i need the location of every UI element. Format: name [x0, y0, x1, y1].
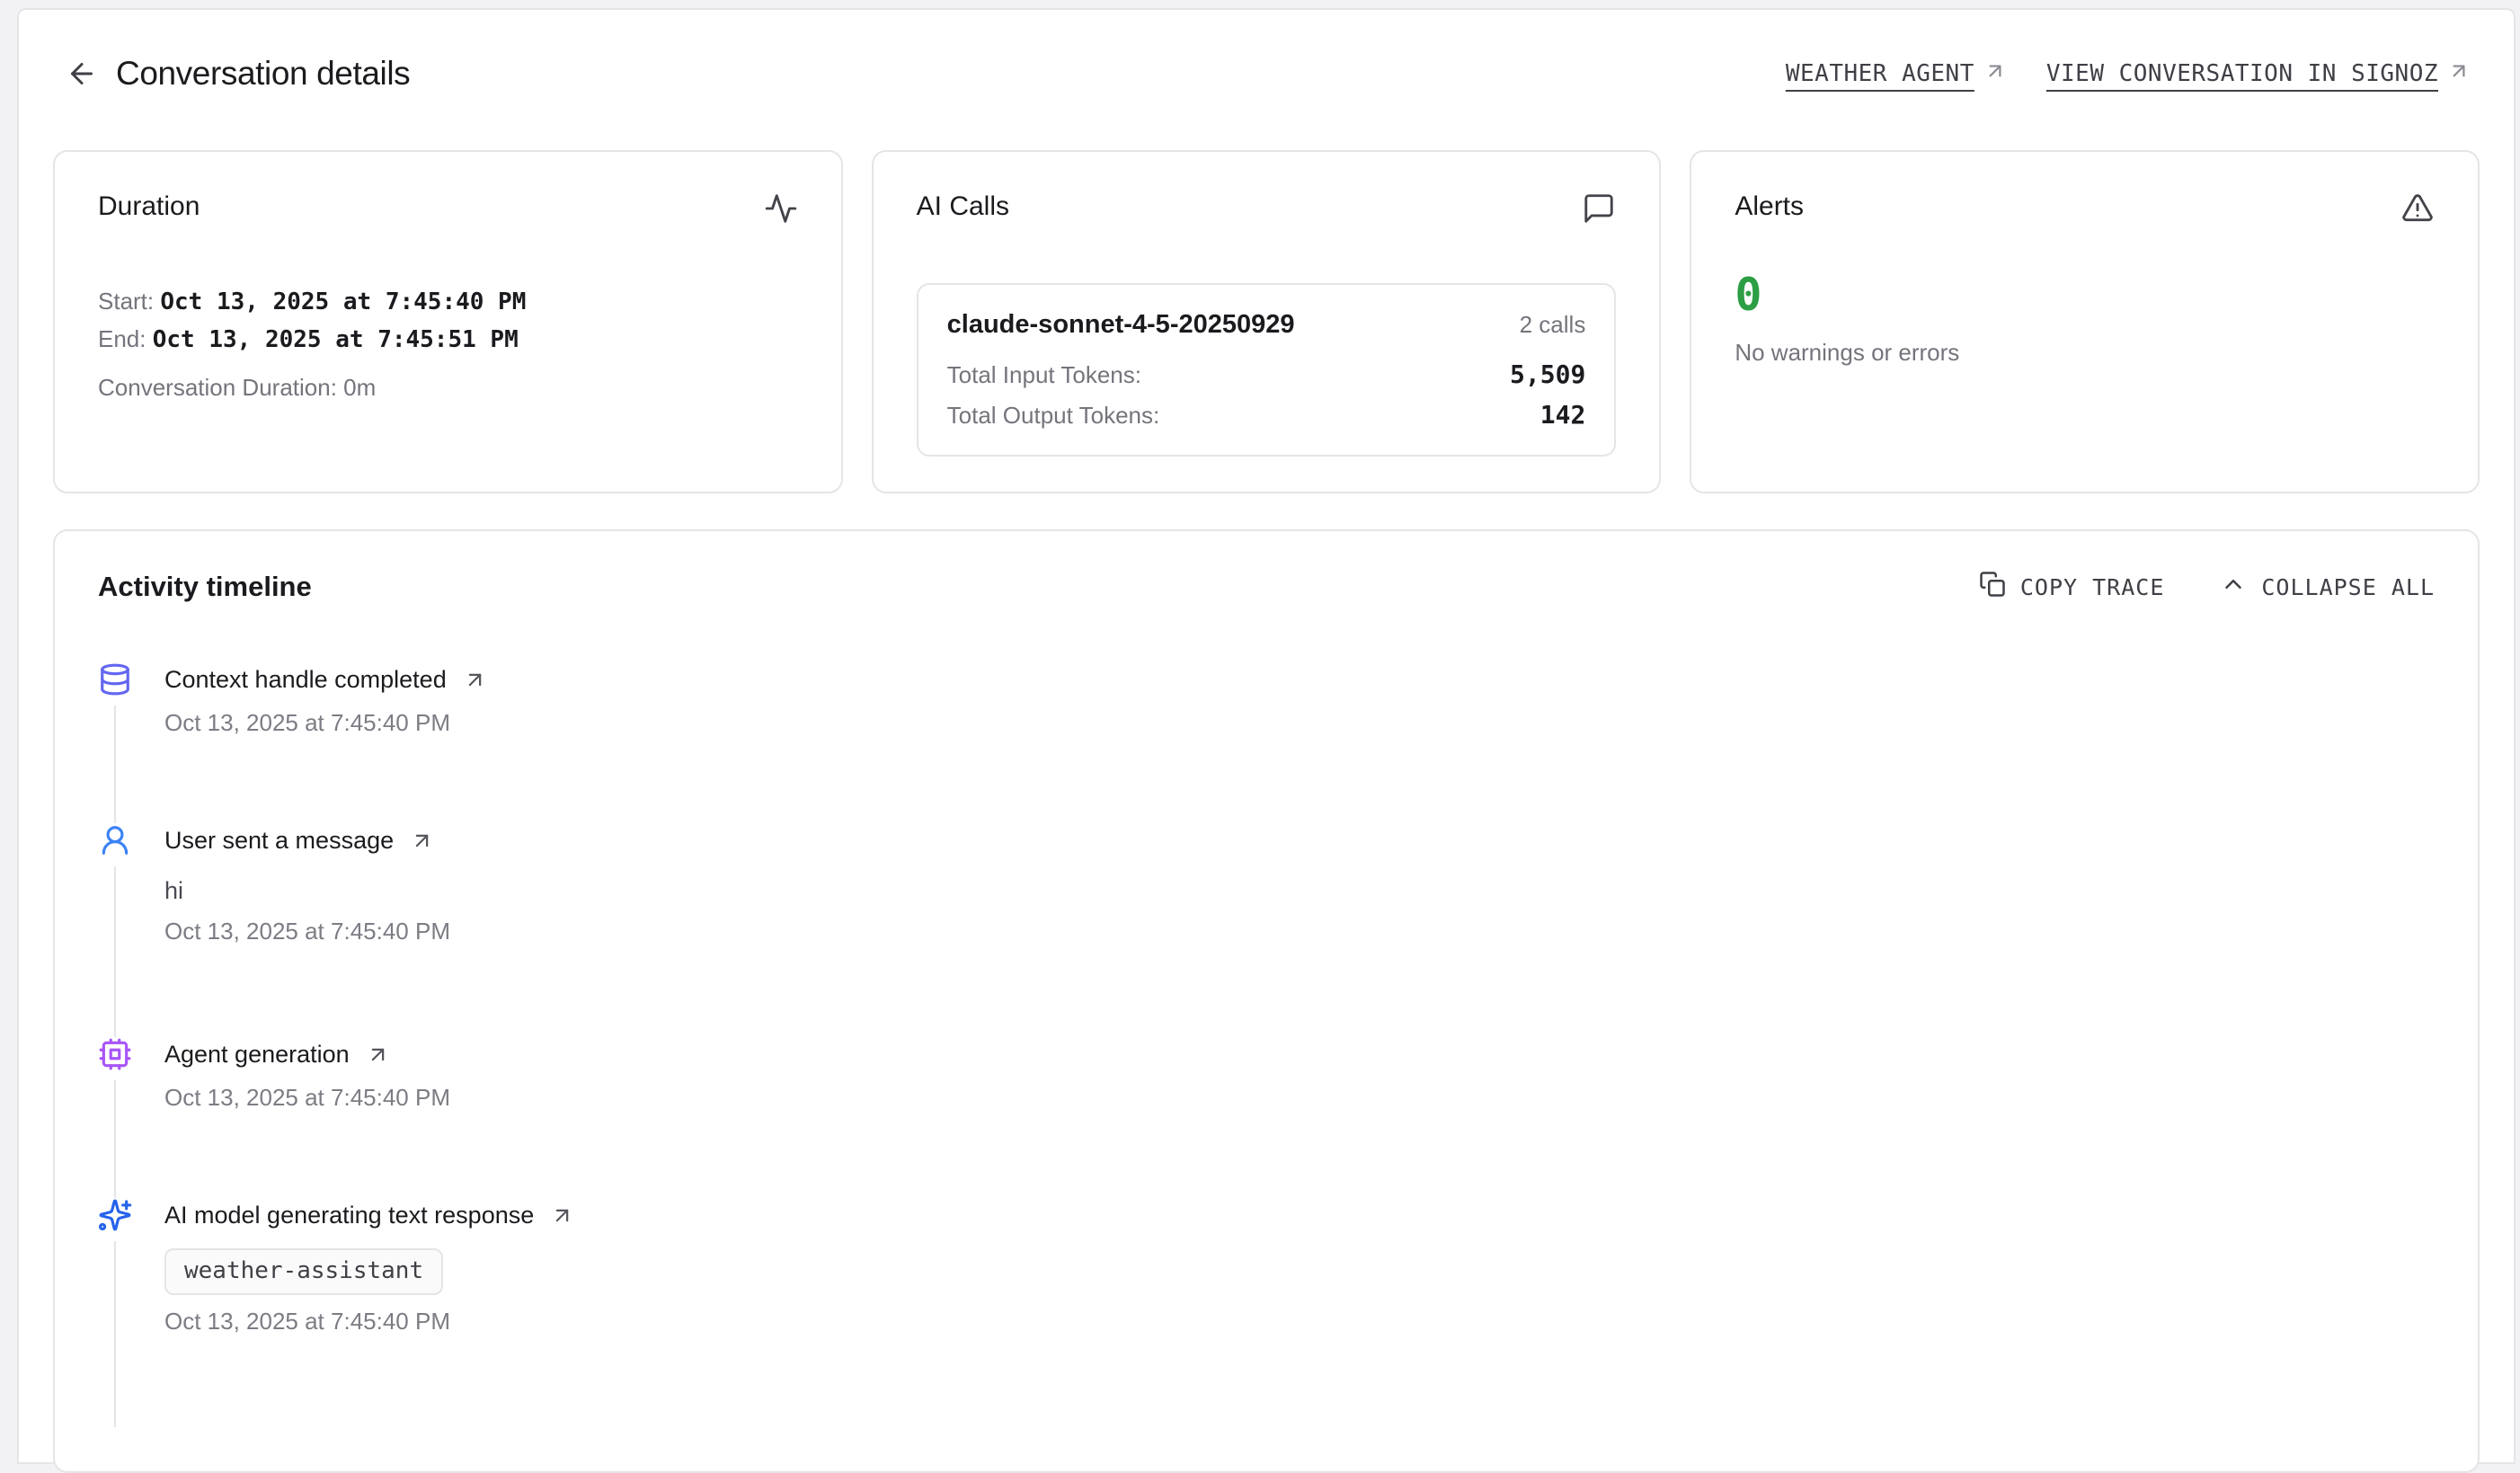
external-link-icon: [410, 829, 434, 853]
input-tokens-row: Total Input Tokens: 5,509: [947, 359, 1586, 389]
external-link-icon: [366, 1043, 390, 1067]
event-timestamp: Oct 13, 2025 at 7:45:40 PM: [164, 1308, 574, 1335]
copy-trace-button[interactable]: COPY TRACE: [1979, 571, 2165, 603]
collapse-all-button[interactable]: COLLAPSE ALL: [2220, 571, 2435, 603]
activity-timeline-title: Activity timeline: [98, 571, 312, 603]
model-calls-count: 2 calls: [1520, 311, 1586, 339]
event-timestamp: Oct 13, 2025 at 7:45:40 PM: [164, 918, 450, 945]
timeline-event: Context handle completed Oct 13, 2025 at…: [98, 662, 2435, 823]
external-link-icon: [463, 668, 487, 692]
start-label: Start:: [98, 288, 154, 315]
external-link-icon: [1983, 59, 2007, 89]
event-timestamp: Oct 13, 2025 at 7:45:40 PM: [164, 1084, 450, 1112]
event-timestamp: Oct 13, 2025 at 7:45:40 PM: [164, 709, 487, 737]
event-title: User sent a message: [164, 827, 394, 855]
cpu-icon: [98, 1037, 132, 1071]
event-message-body: hi: [164, 877, 450, 905]
timeline-event: Agent generation Oct 13, 2025 at 7:45:40…: [98, 1037, 2435, 1198]
timeline-events: Context handle completed Oct 13, 2025 at…: [98, 662, 2435, 1427]
activity-timeline-panel: Activity timeline COPY TRACE COLLAPSE AL…: [53, 529, 2480, 1473]
ai-calls-card: AI Calls claude-sonnet-4-5-20250929 2 ca…: [872, 150, 1662, 493]
view-conversation-in-signoz-link[interactable]: VIEW CONVERSATION IN SIGNOZ: [2046, 59, 2471, 89]
header-links: WEATHER AGENT VIEW CONVERSATION IN SIGNO…: [1786, 59, 2471, 89]
stat-cards-row: Duration Start: Oct 13, 2025 at 7:45:40 …: [53, 150, 2480, 493]
timeline-connector: [114, 1241, 116, 1427]
timeline-connector: [114, 705, 116, 823]
chevron-up-icon: [2220, 571, 2247, 603]
back-button[interactable]: [66, 58, 98, 90]
input-tokens-value: 5,509: [1510, 359, 1585, 389]
sparkles-icon: [98, 1198, 132, 1232]
user-icon: [98, 823, 132, 857]
database-icon: [98, 662, 132, 697]
timeline-connector: [114, 866, 116, 1037]
activity-pulse-icon: [764, 191, 798, 226]
arrow-left-icon: [66, 78, 98, 93]
copy-icon: [1979, 571, 2006, 603]
event-title-link[interactable]: Agent generation: [164, 1037, 450, 1071]
output-tokens-value: 142: [1540, 400, 1586, 430]
external-link-icon: [550, 1203, 574, 1228]
duration-card-title: Duration: [98, 191, 200, 222]
external-link-icon: [2447, 59, 2471, 89]
triangle-alert-icon: [2400, 191, 2435, 226]
start-value: Oct 13, 2025 at 7:45:40 PM: [160, 288, 526, 315]
conversation-duration-row: Conversation Duration: 0m: [98, 369, 798, 406]
conversation-details-page: Conversation details WEATHER AGENT VIEW …: [17, 8, 2516, 1464]
input-tokens-label: Total Input Tokens:: [947, 361, 1141, 389]
model-usage-box: claude-sonnet-4-5-20250929 2 calls Total…: [917, 283, 1617, 457]
end-value: Oct 13, 2025 at 7:45:51 PM: [153, 326, 519, 353]
event-title: Context handle completed: [164, 666, 447, 694]
conversation-duration-label: Conversation Duration:: [98, 374, 337, 401]
duration-card: Duration Start: Oct 13, 2025 at 7:45:40 …: [53, 150, 843, 493]
alerts-message: No warnings or errors: [1735, 339, 2435, 367]
end-label: End:: [98, 325, 146, 352]
output-tokens-row: Total Output Tokens: 142: [947, 400, 1586, 430]
alerts-card: Alerts 0 No warnings or errors: [1690, 150, 2480, 493]
alerts-count: 0: [1735, 272, 2435, 317]
event-title-link[interactable]: Context handle completed: [164, 662, 487, 697]
alerts-card-title: Alerts: [1735, 191, 1804, 222]
agent-name-badge: weather-assistant: [164, 1248, 443, 1295]
duration-end-row: End: Oct 13, 2025 at 7:45:51 PM: [98, 321, 798, 359]
timeline-connector: [114, 1080, 116, 1198]
event-title-link[interactable]: AI model generating text response: [164, 1198, 574, 1232]
event-title: AI model generating text response: [164, 1202, 534, 1229]
timeline-event: User sent a message hi Oct 13, 2025 at 7…: [98, 823, 2435, 1037]
conversation-duration-value: 0m: [343, 374, 376, 401]
model-name: claude-sonnet-4-5-20250929: [947, 310, 1295, 340]
event-title: Agent generation: [164, 1041, 350, 1069]
event-title-link[interactable]: User sent a message: [164, 823, 450, 857]
output-tokens-label: Total Output Tokens:: [947, 402, 1160, 430]
message-square-icon: [1582, 191, 1616, 226]
weather-agent-link[interactable]: WEATHER AGENT: [1786, 59, 2007, 89]
ai-calls-card-title: AI Calls: [917, 191, 1009, 222]
page-title: Conversation details: [116, 55, 410, 93]
duration-start-row: Start: Oct 13, 2025 at 7:45:40 PM: [98, 283, 798, 321]
timeline-event: AI model generating text response weathe…: [98, 1198, 2435, 1427]
page-header: Conversation details WEATHER AGENT VIEW …: [19, 10, 2514, 93]
